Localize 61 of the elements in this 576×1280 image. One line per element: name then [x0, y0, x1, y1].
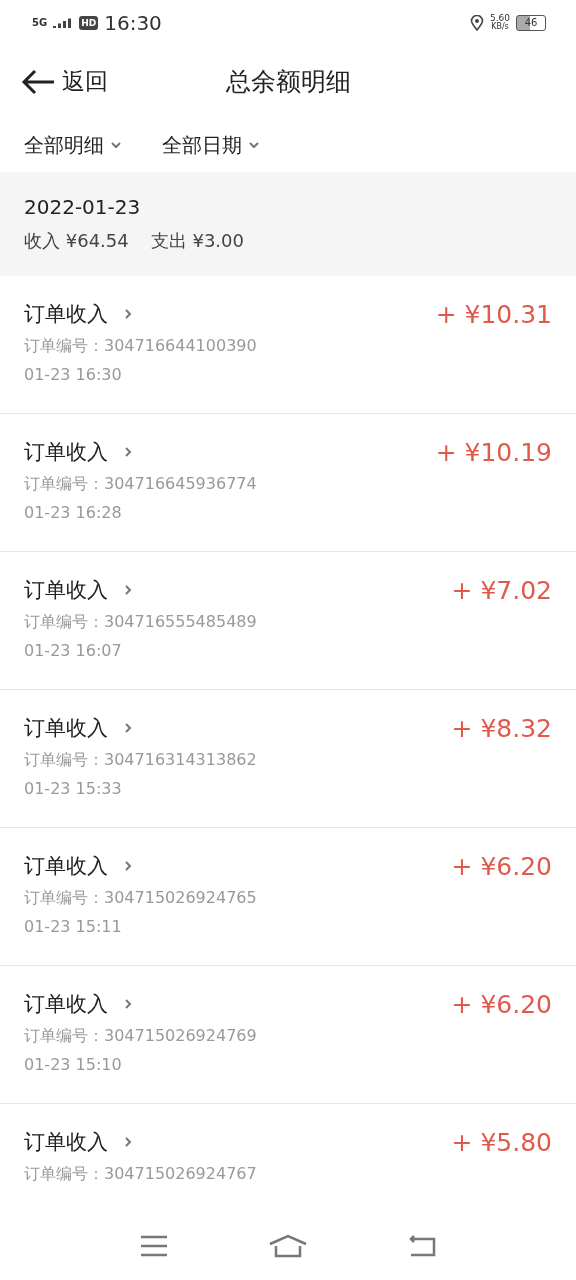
transaction-title: 订单收入	[24, 991, 108, 1018]
transaction-amount: + ¥6.20	[451, 990, 552, 1019]
menu-icon[interactable]	[140, 1235, 169, 1257]
transaction-time: 01-23 16:28	[24, 503, 123, 522]
transaction-row[interactable]: 订单收入 订单编号：304716555485489 01-23 16:07 + ¥7.02	[0, 552, 576, 690]
chevron-right-icon	[122, 1136, 134, 1148]
hd-badge: HD	[79, 15, 99, 30]
transaction-row[interactable]: 订单收入 订单编号：304716645936774 01-23 16:28 + ¥10.19	[0, 414, 576, 552]
transaction-amount: + ¥8.32	[451, 714, 552, 743]
transaction-title: 订单收入	[24, 301, 108, 328]
chevron-right-icon	[122, 722, 134, 734]
transaction-row[interactable]: 订单收入 订单编号：304716314313862 01-23 15:33 + ¥8.32	[0, 690, 576, 828]
filter-dropdown[interactable]: 全部明细	[24, 131, 122, 159]
order-number: 订单编号：304715026924767	[24, 1164, 257, 1185]
transaction-title: 订单收入	[24, 577, 108, 604]
transaction-time: 01-23 16:07	[24, 641, 123, 660]
transaction-amount: + ¥6.20	[451, 852, 552, 881]
location-icon	[469, 14, 484, 31]
caret-icon	[248, 139, 260, 151]
chevron-right-icon	[122, 584, 134, 596]
transaction-amount: + ¥7.02	[451, 576, 552, 605]
transaction-title: 订单收入	[24, 715, 108, 742]
transaction-title: 订单收入	[24, 439, 108, 466]
chevron-right-icon	[122, 446, 134, 458]
transaction-amount: + ¥5.80	[451, 1128, 552, 1157]
home-icon[interactable]	[269, 1234, 307, 1258]
order-number: 订单编号：304716645936774	[24, 474, 257, 495]
order-number: 订单编号：304716314313862	[24, 750, 257, 771]
transaction-title: 订单收入	[24, 1129, 108, 1156]
speed-unit: KB/s	[491, 23, 509, 31]
clock-time: 16:30	[104, 10, 162, 35]
transaction-amount: + ¥10.19	[435, 438, 552, 467]
transaction-time: 01-23 16:30	[24, 365, 123, 384]
back-arrow-icon	[20, 67, 56, 96]
back-icon[interactable]	[407, 1235, 436, 1257]
signal-icon	[53, 17, 74, 28]
network-label: 5G	[32, 17, 48, 28]
income-total: 收入 ¥64.54	[24, 229, 129, 253]
transaction-row[interactable]: 订单收入 订单编号：304715026924765 01-23 15:11 + ¥6.20	[0, 828, 576, 966]
filter-dropdown[interactable]: 全部日期	[162, 131, 260, 159]
chevron-right-icon	[122, 998, 134, 1010]
order-number: 订单编号：304716555485489	[24, 612, 257, 633]
transaction-time: 01-23 15:10	[24, 1055, 123, 1074]
chevron-right-icon	[122, 308, 134, 320]
speed-value: 5.60	[489, 14, 510, 23]
order-number: 订单编号：304715026924765	[24, 888, 257, 909]
caret-icon	[110, 139, 122, 151]
order-number: 订单编号：304716644100390	[24, 336, 257, 357]
order-number: 订单编号：304715026924769	[24, 1026, 257, 1047]
page-title: 总余额明细	[225, 66, 351, 98]
chevron-right-icon	[122, 860, 134, 872]
transaction-time: 01-23 15:33	[24, 779, 123, 798]
battery-indicator: 46	[516, 14, 546, 31]
transaction-amount: + ¥10.31	[435, 300, 552, 329]
transaction-time: 01-23 15:11	[24, 917, 123, 936]
transaction-row[interactable]: 订单收入 订单编号：304715026924769 01-23 15:10 + ¥6.20	[0, 966, 576, 1104]
expense-total: 支出 ¥3.00	[150, 229, 244, 253]
transaction-title: 订单收入	[24, 853, 108, 880]
summary-date: 2022-01-23	[24, 195, 142, 219]
transaction-row[interactable]: 订单收入 订单编号：304716644100390 01-23 16:30 + ¥10.31	[0, 276, 576, 414]
back-link[interactable]: 返回	[20, 66, 108, 97]
